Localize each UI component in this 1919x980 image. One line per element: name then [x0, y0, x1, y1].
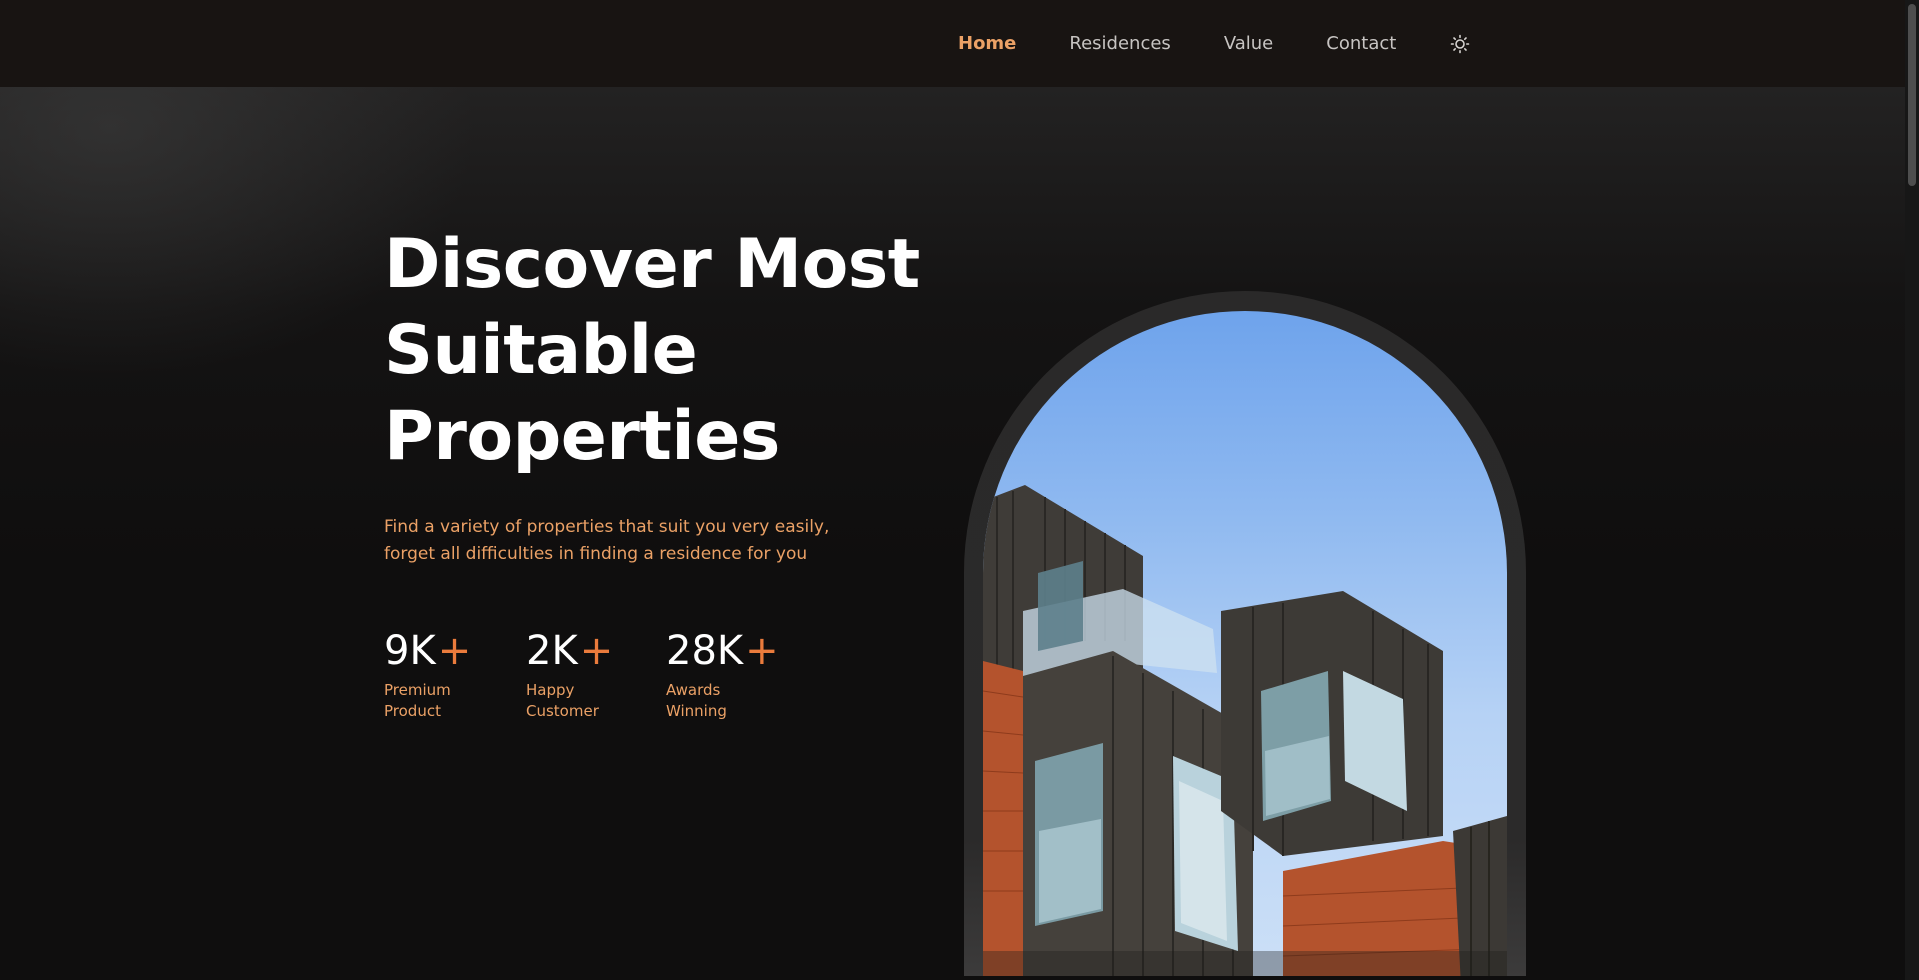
hero-title-line: Suitable: [384, 311, 698, 390]
stat-label: Happy Customer: [526, 681, 599, 720]
stat-happy-customer: 2K+ Happy Customer: [526, 624, 656, 722]
sun-icon: [1450, 34, 1470, 53]
nav-value-link[interactable]: Value: [1224, 33, 1273, 54]
stat-label: Awards Winning: [666, 681, 727, 720]
stat-plus: +: [437, 628, 472, 674]
nav-residences-link[interactable]: Residences: [1069, 33, 1170, 54]
hero-title-line: Discover Most: [384, 225, 920, 304]
page: Home Residences Value Contact Discover M…: [0, 0, 1919, 980]
hero-description-line: Find a variety of properties that suit y…: [384, 517, 830, 537]
stat-awards-winning: 28K+ Awards Winning: [666, 624, 796, 722]
main-nav: Home Residences Value Contact: [958, 0, 1471, 87]
stat-plus: +: [745, 628, 779, 674]
hero-title: Discover Most Suitable Properties: [384, 222, 944, 480]
stat-premium-product: 9K+ Premium Product: [384, 624, 514, 722]
stat-plus: +: [579, 628, 614, 674]
hero-building-image: [983, 311, 1507, 976]
hero-description: Find a variety of properties that suit y…: [384, 514, 904, 568]
hero-title-line: Properties: [384, 397, 780, 476]
stat-value: 28K+: [666, 628, 779, 674]
hero-background: [0, 87, 1919, 980]
nav-home-link[interactable]: Home: [958, 33, 1016, 54]
stat-value: 2K+: [526, 628, 614, 674]
hero-image-frame: [964, 291, 1526, 976]
stat-label: Premium Product: [384, 681, 451, 720]
vertical-scrollbar[interactable]: [1905, 0, 1919, 980]
site-header: Home Residences Value Contact: [0, 0, 1919, 87]
nav-contact-link[interactable]: Contact: [1326, 33, 1396, 54]
building-illustration: [983, 485, 1507, 976]
stat-value: 9K+: [384, 628, 472, 674]
hero-description-line: forget all difficulties in finding a res…: [384, 544, 808, 564]
theme-toggle-button[interactable]: [1449, 33, 1471, 55]
scrollbar-thumb[interactable]: [1908, 4, 1916, 186]
